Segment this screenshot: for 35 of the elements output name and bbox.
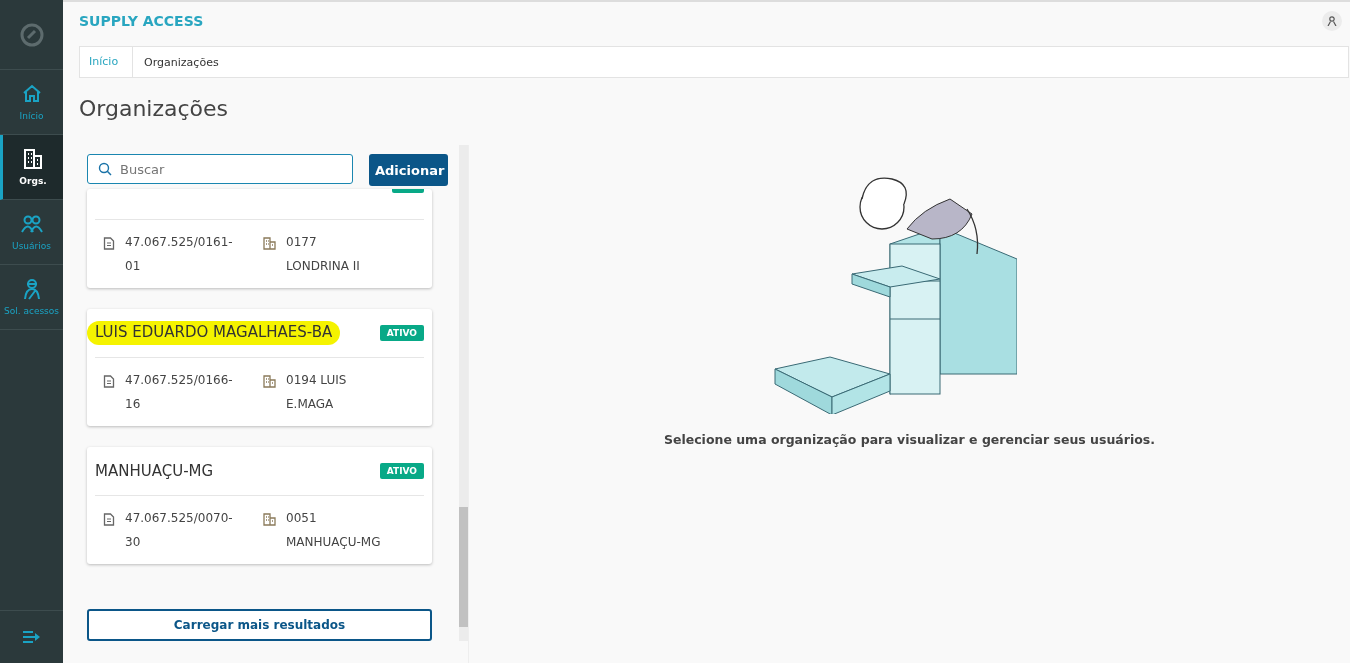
breadcrumb-current: Organizações (143, 55, 220, 69)
building-icon (22, 148, 44, 170)
branch-text: 0194 LUIS E.MAGA (286, 372, 348, 413)
search-icon (98, 162, 112, 176)
document-icon (103, 510, 115, 526)
users-icon (20, 213, 43, 235)
document-icon (103, 372, 115, 388)
building-icon (263, 510, 276, 526)
organization-name: MANHUAÇU-MG (95, 462, 214, 480)
building-icon (263, 234, 276, 250)
collapse-menu-icon[interactable] (22, 630, 41, 644)
search-field[interactable]: Buscar (87, 154, 353, 184)
user-avatar[interactable] (1322, 11, 1342, 31)
empty-state-message: Selecione uma organização para visualizar e gerenciar seus usuários. (663, 432, 1156, 447)
scrollbar[interactable] (459, 145, 468, 641)
branch-text: 0177 LONDRINA II (286, 234, 361, 275)
add-button[interactable]: Adicionar (369, 154, 448, 186)
organization-card[interactable]: MANHUAÇU-MG ATIVO 47.067.525/0070-30 0051 MANHUAÇU-MG (87, 447, 432, 564)
page-title: Organizações (79, 96, 230, 121)
logo-icon (19, 22, 44, 47)
status-badge (392, 189, 424, 193)
organization-card[interactable]: 47.067.525/0161-01 0177 LONDRINA II (87, 189, 432, 288)
organization-card[interactable]: LUIS EDUARDO MAGALHAES-BA ATIVO 47.067.525/0166-16 0194 LUIS E.MAGA (87, 309, 432, 426)
status-badge: ATIVO (379, 325, 424, 341)
nav-item[interactable]: Orgs. (0, 135, 63, 200)
app-title: SUPPLY ACCESS (79, 13, 204, 29)
document-icon (103, 234, 115, 250)
building-icon (263, 372, 276, 388)
cnpj-text: 47.067.525/0166-16 (125, 372, 234, 413)
cnpj-text: 47.067.525/0070-30 (125, 510, 234, 551)
highlighted-organization-name: LUIS EDUARDO MAGALHAES-BA (87, 321, 341, 345)
load-more-button[interactable]: Carregar mais resultados (87, 609, 432, 641)
cnpj-text: 47.067.525/0161-01 (125, 234, 234, 275)
branch-text: 0051 MANHUAÇU-MG (286, 510, 382, 551)
status-badge: ATIVO (379, 463, 424, 479)
